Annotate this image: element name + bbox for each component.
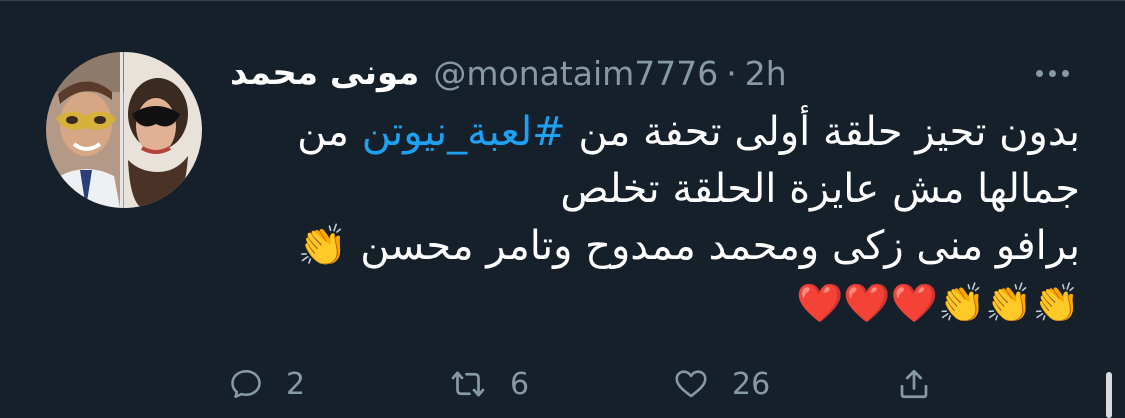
- reply-count: 2: [286, 366, 306, 402]
- tweet-actions: 2 6 26: [228, 358, 948, 410]
- author-handle[interactable]: @monataim7776: [433, 54, 718, 93]
- like-button[interactable]: 26: [672, 358, 770, 410]
- separator-dot: ·: [726, 53, 737, 93]
- author-name[interactable]: مونى محمد: [230, 53, 419, 93]
- tweet-line-3: برافو منى زكى ومحمد ممدوح وتامر محسن 👏: [297, 223, 1080, 269]
- tweet-line-1: بدون تحيز حلقة أولى تحفة من #لعبة_نيوتن …: [228, 104, 1080, 161]
- more-horizontal-icon[interactable]: [1024, 60, 1080, 86]
- tweet-header: مونى محمد @monataim7776 · 2h: [230, 52, 787, 94]
- retweet-icon: [451, 371, 485, 397]
- tweet-line-4: 👏👏👏❤️❤️❤️: [796, 281, 1080, 325]
- tweet-timestamp[interactable]: 2h: [745, 54, 787, 93]
- tweet-line-2: جمالها مش عايزة الحلقة تخلص: [560, 166, 1080, 212]
- share-icon: [900, 369, 928, 399]
- hashtag-link[interactable]: #لعبة_نيوتن: [362, 109, 566, 155]
- tweet-line-1-start: بدون تحيز حلقة أولى تحفة من: [565, 109, 1080, 155]
- top-divider: [0, 0, 1125, 1]
- avatar-image: [46, 52, 202, 208]
- retweet-button[interactable]: 6: [448, 358, 529, 410]
- heart-icon: [675, 370, 707, 398]
- avatar[interactable]: [46, 52, 202, 208]
- reply-icon: [231, 369, 261, 399]
- like-count: 26: [732, 366, 771, 402]
- reply-button[interactable]: 2: [228, 358, 305, 410]
- share-button[interactable]: [896, 358, 932, 410]
- scrollbar-thumb[interactable]: [1106, 372, 1112, 418]
- tweet-line-1-end: من: [297, 109, 362, 155]
- retweet-count: 6: [510, 366, 530, 402]
- tweet-text: بدون تحيز حلقة أولى تحفة من #لعبة_نيوتن …: [228, 104, 1080, 332]
